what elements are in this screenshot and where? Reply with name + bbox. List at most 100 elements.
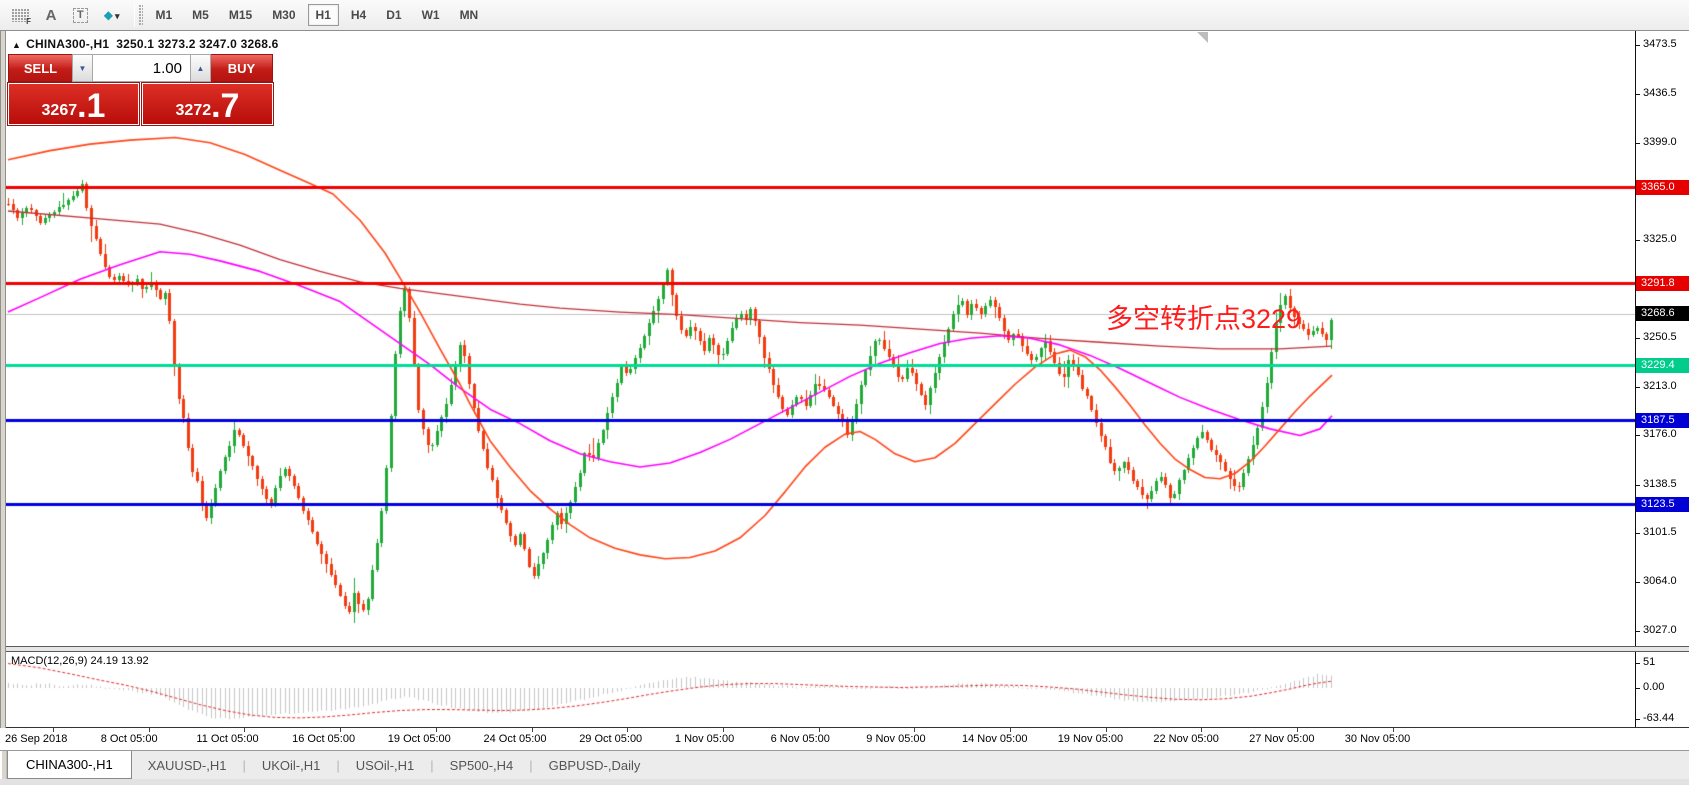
price-axis[interactable]: 3473.53436.53399.03361.53325.03287.53250… (1636, 31, 1689, 727)
price-tick-mark (1636, 142, 1640, 144)
collapse-panel-icon[interactable]: ▲ (12, 40, 21, 50)
price-tick-label: 3213.0 (1643, 379, 1677, 392)
timeframe-button-m15[interactable]: M15 (221, 4, 260, 26)
toolbar-separator (133, 3, 135, 27)
macd-tick-mark (1636, 688, 1640, 689)
timeframe-button-m5[interactable]: M5 (184, 4, 217, 26)
price-tick-label: 3399.0 (1643, 135, 1677, 148)
time-tick-label: 6 Nov 05:00 (770, 733, 830, 745)
objects-dropdown-icon: ◆ ▾ (103, 8, 120, 22)
text-label-icon: A (45, 6, 57, 24)
one-click-trading-panel: SELL ▼ 1.00 ▲ BUY 3267.1 3272.7 (7, 54, 274, 126)
price-level-badge: 3187.5 (1636, 412, 1689, 428)
price-tick-label: 3064.0 (1643, 575, 1677, 588)
mt4-window: F A T ◆ ▾ M1 M5 M15 M30 H1 H4 D1 W1 MN ▲ CHINA300-… (0, 0, 1689, 785)
text-label-button[interactable]: A (38, 4, 64, 27)
volume-increase-button[interactable]: ▲ (190, 54, 211, 82)
time-tick-label: 24 Oct 05:00 (483, 733, 547, 745)
timeframe-button-w1[interactable]: W1 (414, 4, 448, 26)
chart-tab-usoil-h1[interactable]: USOil-,H1 (340, 751, 431, 779)
macd-tick-label: 51 (1643, 656, 1656, 668)
bottom-strip (0, 779, 1689, 785)
time-tick-mark (531, 728, 533, 732)
sell-price-panel[interactable]: 3267.1 (7, 82, 140, 126)
time-tick-label: 11 Oct 05:00 (196, 733, 259, 745)
time-tick-label: 30 Nov 05:00 (1344, 733, 1411, 745)
time-tick-label: 14 Nov 05:00 (962, 733, 1028, 745)
text-tool-button[interactable]: T (66, 4, 95, 27)
chart-tab-gbpusd-daily[interactable]: GBPUSD-,Daily (533, 751, 657, 779)
timeframe-button-h1[interactable]: H1 (307, 4, 339, 26)
time-tick-mark (1105, 728, 1107, 732)
buy-price-fraction: .7 (211, 87, 240, 125)
price-tick-label: 3325.0 (1643, 232, 1677, 245)
timeframe-group: M1 M5 M15 M30 H1 H4 D1 W1 MN (146, 4, 489, 26)
price-level-badge: 3268.6 (1636, 306, 1689, 322)
time-tick-mark (1010, 728, 1011, 732)
sell-price-fraction: .1 (77, 87, 106, 125)
indicators-button[interactable]: F (5, 4, 36, 27)
chart-text-annotation: 多空转折点3229 (1106, 304, 1302, 334)
objects-dropdown-button[interactable]: ◆ ▾ (97, 4, 127, 27)
time-tick-label: 16 Oct 05:00 (292, 733, 356, 745)
time-tick-label: 9 Nov 05:00 (866, 733, 926, 745)
macd-indicator-canvas[interactable] (6, 652, 1635, 727)
sell-button[interactable]: SELL (8, 54, 72, 82)
price-tick-mark (1636, 435, 1640, 437)
indicators-grid-icon: F (12, 8, 31, 26)
time-axis[interactable]: 26 Sep 2018 8 Oct 05:00 11 Oct 05:00 16 Oct… (0, 728, 1689, 750)
buy-button[interactable]: BUY (211, 54, 273, 82)
macd-tick-mark (1636, 663, 1640, 664)
price-tick-mark (1636, 93, 1640, 95)
chevron-down-icon: ▾ (114, 11, 120, 21)
chart-tab-sp500-h4[interactable]: SP500-,H4 (434, 751, 530, 779)
macd-tick-label: 0.00 (1643, 681, 1665, 693)
price-tick-mark (1636, 386, 1640, 388)
time-tick-mark (818, 728, 820, 732)
buy-price-panel[interactable]: 3272.7 (141, 82, 274, 126)
chart-tab-xauusd-h1[interactable]: XAUUSD-,H1 (132, 751, 243, 779)
price-tick-mark (1636, 337, 1640, 339)
price-level-badge: 3123.5 (1636, 496, 1689, 512)
price-level-badge: 3365.0 (1636, 179, 1689, 195)
time-tick-mark (435, 728, 437, 732)
timeframe-button-d1[interactable]: D1 (378, 4, 409, 26)
timeframe-button-h4[interactable]: H4 (343, 4, 374, 26)
price-tick-mark (1636, 239, 1640, 241)
price-tick-mark (1636, 45, 1640, 46)
time-tick-label: 29 Oct 05:00 (579, 733, 643, 745)
time-tick-label: 26 Sep 2018 (5, 733, 68, 745)
time-tick-label: 22 Nov 05:00 (1153, 733, 1219, 745)
price-tick-label: 3101.5 (1643, 526, 1677, 539)
time-tick-mark (1392, 728, 1394, 732)
sell-price-base: 3267 (41, 102, 78, 119)
time-tick-mark (1201, 728, 1203, 732)
time-tick-mark (1297, 728, 1299, 732)
timeframe-button-mn[interactable]: MN (452, 4, 487, 26)
timeframe-button-m30[interactable]: M30 (264, 4, 303, 26)
toolbar-grip[interactable] (138, 5, 143, 25)
macd-tick-mark (1636, 719, 1640, 721)
top-toolbar: F A T ◆ ▾ M1 M5 M15 M30 H1 H4 D1 W1 MN (0, 0, 1689, 31)
chart-symbol-timeframe: CHINA300-,H1 (26, 37, 110, 51)
volume-decrease-button[interactable]: ▼ (72, 54, 93, 82)
macd-tick-label: -63.44 (1643, 712, 1675, 725)
time-tick-mark (722, 728, 724, 732)
price-tick-mark (1636, 630, 1640, 632)
volume-input[interactable]: 1.00 (93, 54, 190, 82)
tab-bar-grip[interactable] (0, 751, 7, 779)
time-tick-label: 8 Oct 05:00 (100, 733, 158, 745)
chart-tab-ukoil-h1[interactable]: UKOil-,H1 (246, 751, 337, 779)
time-tick-label: 27 Nov 05:00 (1249, 733, 1315, 745)
price-tick-label: 3436.5 (1643, 86, 1677, 99)
price-tick-mark (1636, 533, 1640, 535)
time-tick-label: 19 Oct 05:00 (387, 733, 451, 745)
timeframe-button-m1[interactable]: M1 (148, 4, 181, 26)
buy-price-base: 3272 (175, 102, 212, 119)
chart-tab-china300-h1[interactable]: CHINA300-,H1 (7, 751, 132, 779)
macd-indicator-label: MACD(12,26,9) 24.19 13.92 (11, 655, 149, 667)
price-tick-label: 3138.5 (1643, 477, 1677, 490)
chart-tab-bar: CHINA300-,H1 XAUUSD-,H1 | UKOil-,H1 | USOil-,… (0, 750, 1689, 779)
chart-shift-marker-icon[interactable] (1197, 32, 1208, 43)
time-tick-label: 1 Nov 05:00 (674, 733, 735, 745)
